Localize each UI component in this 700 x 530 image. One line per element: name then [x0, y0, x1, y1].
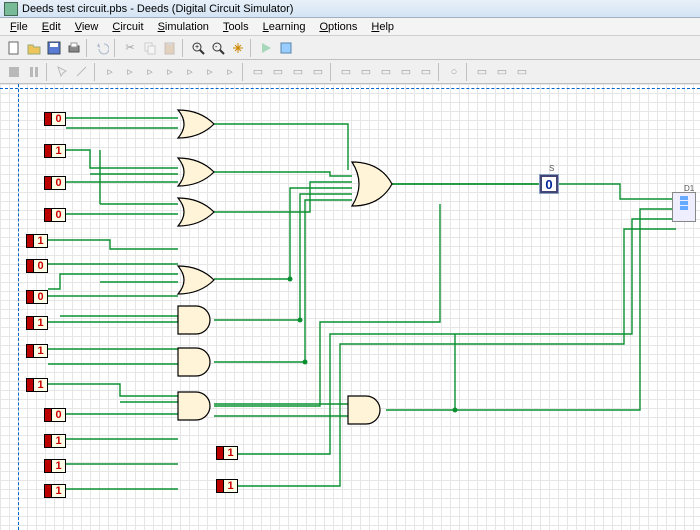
cursor-button[interactable] — [52, 62, 72, 82]
sim-toggle-button[interactable] — [276, 38, 296, 58]
step3-button[interactable]: ▹ — [140, 62, 160, 82]
menubar: FFileile Edit View Circuit Simulation To… — [0, 18, 700, 36]
input-switch-6[interactable]: 0 — [26, 290, 48, 304]
input-switch-5[interactable]: 0 — [26, 259, 48, 273]
input-switch-7[interactable]: 1 — [26, 316, 48, 330]
input-switch-10[interactable]: 0 — [44, 408, 66, 422]
toolbar-main: ✂ + - — [0, 36, 700, 60]
input-switch-11[interactable]: 1 — [44, 434, 66, 448]
comp9-button[interactable]: ▭ — [416, 62, 436, 82]
menu-edit[interactable]: Edit — [36, 20, 67, 34]
menu-tools[interactable]: Tools — [217, 20, 255, 34]
print-button[interactable] — [64, 38, 84, 58]
comp8-button[interactable]: ▭ — [396, 62, 416, 82]
comp6-button[interactable]: ▭ — [356, 62, 376, 82]
comp5-button[interactable]: ▭ — [336, 62, 356, 82]
input-switch-1[interactable]: 1 — [44, 144, 66, 158]
step2-button[interactable]: ▹ — [120, 62, 140, 82]
comp10-button[interactable]: ○ — [444, 62, 464, 82]
comp7-button[interactable]: ▭ — [376, 62, 396, 82]
toolbar-sim: ▹ ▹ ▹ ▹ ▹ ▹ ▹ ▭ ▭ ▭ ▭ ▭ ▭ ▭ ▭ ▭ ○ ▭ ▭ ▭ — [0, 60, 700, 84]
menu-learning[interactable]: Learning — [257, 20, 312, 34]
comp11-button[interactable]: ▭ — [472, 62, 492, 82]
paste-button[interactable] — [160, 38, 180, 58]
wire-button[interactable] — [72, 62, 92, 82]
copy-button[interactable] — [140, 38, 160, 58]
menu-options[interactable]: Options — [313, 20, 363, 34]
input-switch-13[interactable]: 1 — [44, 484, 66, 498]
stop-button[interactable] — [4, 62, 24, 82]
comp12-button[interactable]: ▭ — [492, 62, 512, 82]
comp2-button[interactable]: ▭ — [268, 62, 288, 82]
new-button[interactable] — [4, 38, 24, 58]
input-switch-14[interactable]: 1 — [216, 446, 238, 460]
step1-button[interactable]: ▹ — [100, 62, 120, 82]
input-switch-9[interactable]: 1 — [26, 378, 48, 392]
output-display-s: 0 — [540, 175, 558, 193]
input-switch-8[interactable]: 1 — [26, 344, 48, 358]
cut-button[interactable]: ✂ — [120, 38, 140, 58]
open-button[interactable] — [24, 38, 44, 58]
menu-circuit[interactable]: Circuit — [106, 20, 149, 34]
step5-button[interactable]: ▹ — [180, 62, 200, 82]
app-icon — [4, 2, 18, 16]
comp4-button[interactable]: ▭ — [308, 62, 328, 82]
titlebar: Deeds test circuit.pbs - Deeds (Digital … — [0, 0, 700, 18]
output-label-s: S — [549, 164, 554, 173]
input-switch-4[interactable]: 1 — [26, 234, 48, 248]
hex-display — [672, 192, 696, 222]
menu-file[interactable]: FFileile — [4, 20, 34, 34]
svg-text:-: - — [215, 44, 218, 51]
input-switch-2[interactable]: 0 — [44, 176, 66, 190]
step7-button[interactable]: ▹ — [220, 62, 240, 82]
pause-button[interactable] — [24, 62, 44, 82]
circuit-diagram — [0, 84, 700, 530]
run-button[interactable] — [256, 38, 276, 58]
comp1-button[interactable]: ▭ — [248, 62, 268, 82]
step6-button[interactable]: ▹ — [200, 62, 220, 82]
input-switch-3[interactable]: 0 — [44, 208, 66, 222]
svg-text:+: + — [195, 44, 199, 51]
zoom-in-button[interactable]: + — [188, 38, 208, 58]
input-switch-12[interactable]: 1 — [44, 459, 66, 473]
canvas[interactable]: 0 1 0 0 1 0 0 1 1 1 0 1 1 1 1 1 S 0 D1 — [0, 84, 700, 530]
menu-view[interactable]: View — [69, 20, 105, 34]
step4-button[interactable]: ▹ — [160, 62, 180, 82]
zoom-out-button[interactable]: - — [208, 38, 228, 58]
comp13-button[interactable]: ▭ — [512, 62, 532, 82]
pan-button[interactable] — [228, 38, 248, 58]
comp3-button[interactable]: ▭ — [288, 62, 308, 82]
undo-button[interactable] — [92, 38, 112, 58]
menu-help[interactable]: Help — [365, 20, 400, 34]
input-switch-0[interactable]: 0 — [44, 112, 66, 126]
input-switch-15[interactable]: 1 — [216, 479, 238, 493]
menu-simulation[interactable]: Simulation — [152, 20, 215, 34]
save-button[interactable] — [44, 38, 64, 58]
window-title: Deeds test circuit.pbs - Deeds (Digital … — [22, 3, 293, 15]
